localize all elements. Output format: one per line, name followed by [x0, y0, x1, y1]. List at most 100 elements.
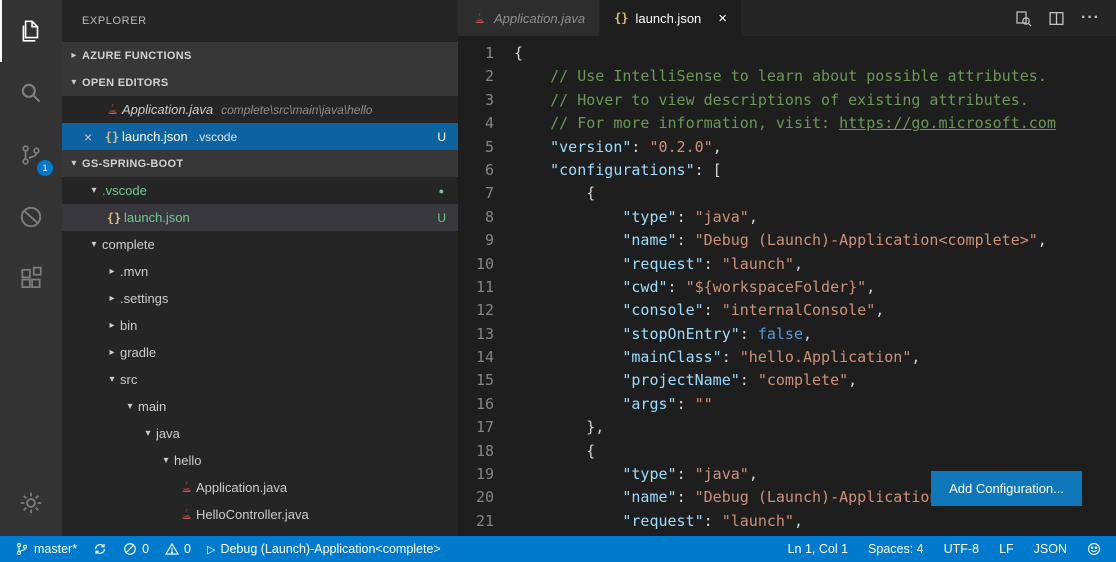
code-line: 4 // For more information, visit: https:… [458, 112, 1116, 135]
status-indentation[interactable]: Spaces: 4 [865, 536, 927, 562]
section-open-editors[interactable]: ▾OPEN EDITORS [62, 69, 458, 96]
status-errors[interactable]: 0 [120, 536, 152, 562]
tree-folder-bin[interactable]: ▸bin [62, 312, 458, 339]
tree-folder--vscode[interactable]: ▾.vscode● [62, 177, 458, 204]
status-language-mode[interactable]: JSON [1031, 536, 1070, 562]
tree-item-label: HelloController.java [196, 507, 309, 522]
activity-debug[interactable] [0, 186, 62, 248]
line-content: // Use IntelliSense to learn about possi… [514, 65, 1047, 88]
tree-item-label: .settings [120, 291, 168, 306]
activity-source-control[interactable]: 1 [0, 124, 62, 186]
git-branch-icon [15, 542, 29, 556]
split-editor-icon[interactable] [1048, 10, 1065, 27]
code-line: 17 }, [458, 416, 1116, 439]
chevron-right-icon: ▸ [104, 347, 120, 358]
tree-folder-java[interactable]: ▾java [62, 420, 458, 447]
line-number: 13 [458, 323, 514, 346]
chevron-down-icon: ▾ [140, 428, 156, 439]
activity-search[interactable] [0, 62, 62, 124]
status-bar-right: Ln 1, Col 1 Spaces: 4 UTF-8 LF JSON [771, 536, 1104, 562]
open-editor-item[interactable]: Application.javacomplete\src\main\java\h… [62, 96, 458, 123]
chevron-down-icon: ▾ [66, 158, 82, 169]
open-editor-item[interactable]: ×{}launch.json.vscodeU [62, 123, 458, 150]
editor-actions: ··· [1015, 0, 1116, 36]
line-number: 4 [458, 112, 514, 135]
activity-manage[interactable] [0, 472, 62, 534]
line-content: "name": "Debug (Launch)-Application<comp… [514, 229, 1047, 252]
line-number: 1 [458, 42, 514, 65]
status-branch[interactable]: master* [12, 536, 80, 562]
section-label: AZURE FUNCTIONS [82, 50, 192, 62]
status-feedback[interactable] [1084, 536, 1104, 562]
code-line: 18 { [458, 440, 1116, 463]
tree-file-application-java[interactable]: Application.java [62, 474, 458, 501]
tree-folder-hello[interactable]: ▾hello [62, 447, 458, 474]
code-line: 5 "version": "0.2.0", [458, 136, 1116, 159]
line-number: 15 [458, 369, 514, 392]
activity-extensions[interactable] [0, 248, 62, 310]
editor-area: Application.java{}launch.json× ··· 1{2 /… [458, 0, 1116, 536]
vscode-window: 1 EXPLORER ▸AZURE FUNCTIONS ▾OPEN EDITOR… [0, 0, 1116, 562]
tree-folder-complete[interactable]: ▾complete [62, 231, 458, 258]
line-number: 9 [458, 229, 514, 252]
more-actions-icon[interactable]: ··· [1081, 9, 1100, 27]
status-cursor-position[interactable]: Ln 1, Col 1 [785, 536, 851, 562]
line-content: "version": "0.2.0", [514, 136, 722, 159]
tree-file-hellocontroller-java[interactable]: HelloController.java [62, 501, 458, 528]
close-icon[interactable]: × [718, 11, 727, 26]
status-sync[interactable] [90, 536, 110, 562]
java-icon [472, 11, 487, 26]
status-debug-config[interactable]: ▷Debug (Launch)-Application<complete> [204, 536, 444, 562]
status-encoding[interactable]: UTF-8 [941, 536, 982, 562]
error-icon [123, 542, 137, 556]
section-workspace[interactable]: ▾GS-SPRING-BOOT [62, 150, 458, 177]
tree-item-label: launch.json [124, 210, 190, 225]
tree-item-label: complete [102, 237, 155, 252]
tree-item-label: bin [120, 318, 137, 333]
extensions-icon [18, 266, 44, 292]
status-warnings[interactable]: 0 [162, 536, 194, 562]
tab-launch-json[interactable]: {}launch.json× [600, 0, 742, 36]
tree-folder--mvn[interactable]: ▸.mvn [62, 258, 458, 285]
code-line: 15 "projectName": "complete", [458, 369, 1116, 392]
code-line: 11 "cwd": "${workspaceFolder}", [458, 276, 1116, 299]
add-configuration-button[interactable]: Add Configuration... [931, 471, 1082, 506]
tab-application-java[interactable]: Application.java [458, 0, 600, 36]
files-icon [18, 18, 44, 44]
tree-folder-gradle[interactable]: ▸gradle [62, 339, 458, 366]
open-editor-label: launch.json [122, 129, 188, 144]
activity-explorer[interactable] [0, 0, 62, 62]
section-label: GS-SPRING-BOOT [82, 158, 183, 170]
sidebar-title: EXPLORER [62, 0, 458, 42]
json-icon: {} [104, 211, 124, 225]
tree-item-label: gradle [120, 345, 156, 360]
line-number: 10 [458, 253, 514, 276]
code-line: 3 // Hover to view descriptions of exist… [458, 89, 1116, 112]
line-content: "args": "" [514, 393, 713, 416]
code-line: 9 "name": "Debug (Launch)-Application<co… [458, 229, 1116, 252]
tree-file-launch-json[interactable]: {}launch.jsonU [62, 204, 458, 231]
status-eol[interactable]: LF [996, 536, 1017, 562]
line-number: 17 [458, 416, 514, 439]
play-icon: ▷ [207, 543, 215, 556]
chevron-right-icon: ▸ [104, 266, 120, 277]
line-content: // Hover to view descriptions of existin… [514, 89, 1029, 112]
code-editor[interactable]: 1{2 // Use IntelliSense to learn about p… [458, 36, 1116, 536]
code-line: 8 "type": "java", [458, 206, 1116, 229]
chevron-down-icon: ▾ [104, 374, 120, 385]
code-line: 16 "args": "" [458, 393, 1116, 416]
status-label: Ln 1, Col 1 [788, 542, 848, 556]
debug-icon [18, 204, 44, 230]
smiley-icon [1087, 542, 1101, 556]
document-search-icon[interactable] [1015, 10, 1032, 27]
close-icon[interactable]: × [84, 129, 102, 145]
line-content: "cwd": "${workspaceFolder}", [514, 276, 875, 299]
section-azure-functions[interactable]: ▸AZURE FUNCTIONS [62, 42, 458, 69]
tree-folder--settings[interactable]: ▸.settings [62, 285, 458, 312]
line-number: 5 [458, 136, 514, 159]
line-number: 19 [458, 463, 514, 486]
status-bar: master* 00 ▷Debug (Launch)-Application<com… [0, 536, 1116, 562]
line-content: "type": "java", [514, 206, 758, 229]
tree-folder-main[interactable]: ▾main [62, 393, 458, 420]
tree-folder-src[interactable]: ▾src [62, 366, 458, 393]
